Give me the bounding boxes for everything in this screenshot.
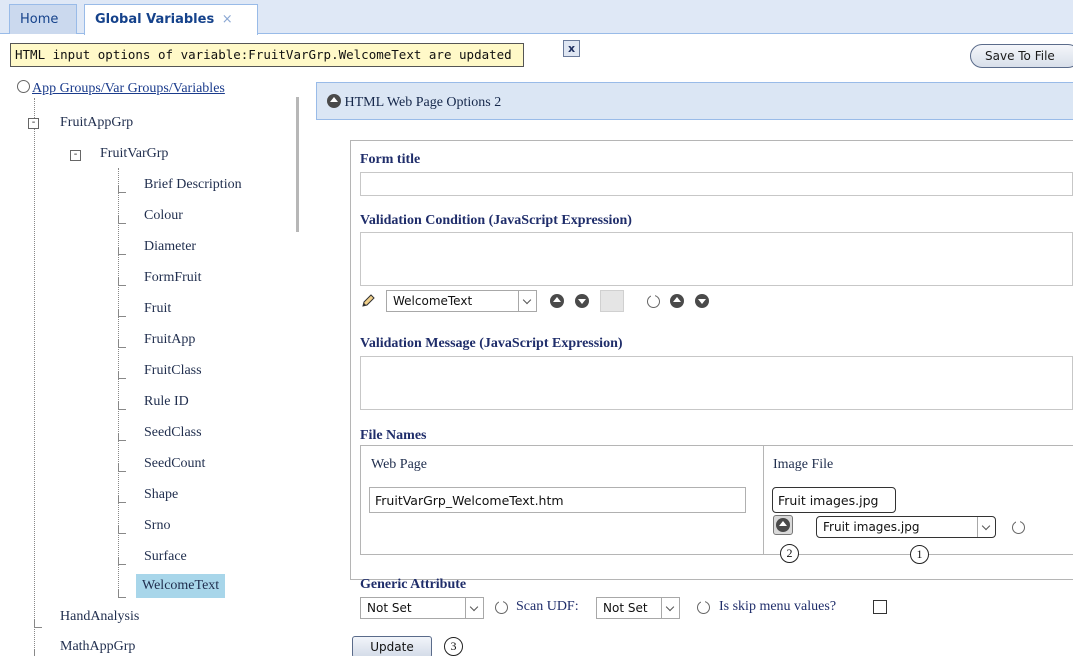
tree-elbow xyxy=(118,402,126,410)
tab-close-icon[interactable]: × xyxy=(222,12,233,27)
tree-item-variable[interactable]: FruitApp xyxy=(144,332,195,348)
form-title-input[interactable] xyxy=(360,172,1073,196)
tree-item-variable[interactable]: Diameter xyxy=(144,239,196,255)
tree-item-variable[interactable]: Fruit xyxy=(144,301,171,317)
tree-item-app-group[interactable]: MathAppGrp xyxy=(60,639,135,655)
tree-elbow xyxy=(118,309,126,317)
callout-1: 1 xyxy=(910,545,929,564)
validation-condition-input[interactable] xyxy=(360,232,1073,286)
refresh-icon[interactable] xyxy=(495,599,508,614)
collapse-icon[interactable]: - xyxy=(70,150,81,161)
tree-item-app-group[interactable]: HandAnalysis xyxy=(60,609,139,625)
image-file-select-value: Fruit images.jpg xyxy=(823,520,920,534)
chevron-down-icon xyxy=(518,291,536,311)
tree-item-variable[interactable]: Srno xyxy=(144,518,170,534)
move-down-icon[interactable] xyxy=(575,294,589,308)
panel-header[interactable]: HTML Web Page Options 2 xyxy=(316,82,1073,120)
generic-attribute-select[interactable]: Not Set xyxy=(360,597,484,619)
image-file-label: Image File xyxy=(773,457,834,472)
file-names-label: File Names xyxy=(360,428,427,443)
tree-elbow xyxy=(118,340,126,348)
scan-udf-label: Scan UDF: xyxy=(516,599,579,614)
panel-title: HTML Web Page Options 2 xyxy=(344,95,502,110)
tree-elbow xyxy=(118,278,126,286)
tree-item-variable[interactable]: Brief Description xyxy=(144,177,242,193)
tree-item-variable[interactable]: Rule ID xyxy=(144,394,189,410)
skip-menu-checkbox[interactable] xyxy=(873,600,887,614)
callout-3: 3 xyxy=(444,637,463,656)
tree-item-variable[interactable]: Colour xyxy=(144,208,183,224)
move-up-icon[interactable] xyxy=(550,294,564,308)
notice-close-icon[interactable]: x xyxy=(563,40,580,57)
web-page-input[interactable]: FruitVarGrp_WelcomeText.htm xyxy=(369,487,746,513)
image-file-select[interactable]: Fruit images.jpg xyxy=(816,516,996,538)
update-button[interactable]: Update xyxy=(352,636,432,656)
form-title-label: Form title xyxy=(360,152,421,167)
refresh-icon[interactable] xyxy=(1012,519,1025,534)
collapse-panel-icon[interactable] xyxy=(327,94,341,108)
tree-guide-line xyxy=(34,98,35,656)
tree-root[interactable]: App Groups/Var Groups/Variables xyxy=(17,80,225,97)
chevron-down-icon xyxy=(977,517,995,537)
validation-message-label: Validation Message (JavaScript Expressio… xyxy=(360,336,623,351)
tree-elbow xyxy=(118,371,126,379)
move-down-icon[interactable] xyxy=(695,294,709,308)
variable-select[interactable]: WelcomeText xyxy=(386,290,537,312)
chevron-down-icon xyxy=(661,598,679,618)
tree-item-variable[interactable]: FruitClass xyxy=(144,363,202,379)
tree-item-variable[interactable]: Surface xyxy=(144,549,187,565)
tree-item-variable[interactable]: SeedClass xyxy=(144,425,202,441)
generic-attribute-value: Not Set xyxy=(367,601,412,615)
tree-scrollbar[interactable] xyxy=(296,97,299,232)
tree-elbow xyxy=(34,620,42,628)
tree-item-app-group[interactable]: FruitAppGrp xyxy=(60,115,133,131)
tab-global-variables[interactable]: Global Variables × xyxy=(84,4,258,35)
tab-home-label: Home xyxy=(20,12,59,27)
tree-elbow xyxy=(118,495,126,503)
tree-elbow xyxy=(34,650,42,656)
tree-elbow xyxy=(118,557,126,565)
refresh-icon[interactable] xyxy=(17,80,30,93)
tree-root-label: App Groups/Var Groups/Variables xyxy=(32,81,225,96)
tree-elbow xyxy=(118,185,126,193)
generic-attribute-label: Generic Attribute xyxy=(360,577,467,592)
move-up-icon[interactable] xyxy=(670,294,684,308)
divider xyxy=(763,446,764,554)
tree-item-selected-variable[interactable]: WelcomeText xyxy=(136,574,226,598)
validation-message-input[interactable] xyxy=(360,356,1073,410)
tree-elbow xyxy=(118,216,126,224)
collapse-icon[interactable]: - xyxy=(28,118,39,129)
tab-global-variables-label: Global Variables xyxy=(95,12,215,27)
pencil-icon[interactable] xyxy=(360,293,376,309)
tree-item-variable[interactable]: Shape xyxy=(144,487,178,503)
scan-udf-select[interactable]: Not Set xyxy=(596,597,680,619)
tree-item-var-group[interactable]: FruitVarGrp xyxy=(100,146,168,162)
save-to-file-button[interactable]: Save To File xyxy=(970,44,1073,68)
callout-2: 2 xyxy=(780,544,799,563)
tree-item-variable[interactable]: SeedCount xyxy=(144,456,205,472)
tab-bar: Home Global Variables × xyxy=(0,0,1073,35)
tab-home[interactable]: Home xyxy=(9,4,77,34)
chevron-down-icon xyxy=(465,598,483,618)
refresh-icon[interactable] xyxy=(697,599,710,614)
tree-item-variable[interactable]: FormFruit xyxy=(144,270,202,286)
arrow-up-icon xyxy=(776,518,790,532)
tree-elbow xyxy=(118,526,126,534)
image-file-input[interactable]: Fruit images.jpg xyxy=(772,487,896,513)
skip-menu-label: Is skip menu values? xyxy=(719,599,837,614)
validation-condition-label: Validation Condition (JavaScript Express… xyxy=(360,213,632,228)
variable-select-value: WelcomeText xyxy=(393,294,473,308)
refresh-icon[interactable] xyxy=(647,293,660,308)
scan-udf-value: Not Set xyxy=(603,601,648,615)
web-page-label: Web Page xyxy=(371,457,428,472)
disabled-select xyxy=(600,290,624,312)
tree-elbow xyxy=(118,247,126,255)
tree-elbow xyxy=(118,590,126,598)
image-upload-button[interactable] xyxy=(773,515,793,535)
tree-elbow xyxy=(118,433,126,441)
tree-elbow xyxy=(118,464,126,472)
status-message: HTML input options of variable:FruitVarG… xyxy=(10,43,524,67)
